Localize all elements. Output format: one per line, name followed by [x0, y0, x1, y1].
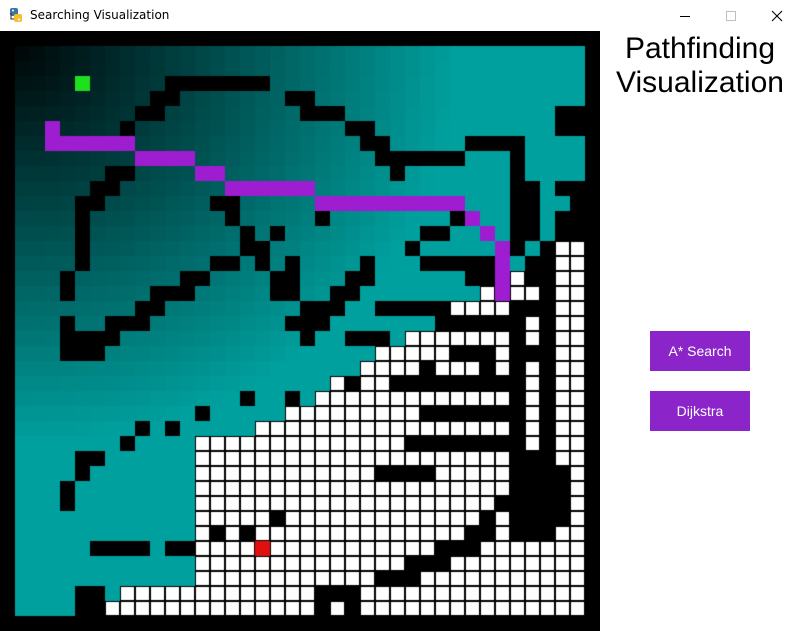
- astar-search-button[interactable]: A* Search: [650, 331, 750, 371]
- minimize-button[interactable]: [662, 0, 708, 31]
- panel-title: Pathfinding Visualization: [600, 32, 800, 100]
- pathfinding-grid[interactable]: [0, 31, 600, 631]
- window-title: Searching Visualization: [30, 8, 170, 22]
- python-snake-icon: [10, 8, 22, 22]
- close-button[interactable]: [754, 0, 800, 31]
- title-bar: Searching Visualization: [0, 0, 800, 31]
- maximize-icon: [726, 10, 736, 21]
- panel-title-line2: Visualization: [616, 66, 784, 99]
- grid-canvas[interactable]: [0, 31, 600, 631]
- panel-title-line1: Pathfinding: [624, 32, 776, 65]
- maximize-button[interactable]: [708, 0, 754, 31]
- dijkstra-button[interactable]: Dijkstra: [650, 391, 750, 431]
- close-icon: [771, 10, 783, 21]
- minimize-icon: [680, 15, 690, 17]
